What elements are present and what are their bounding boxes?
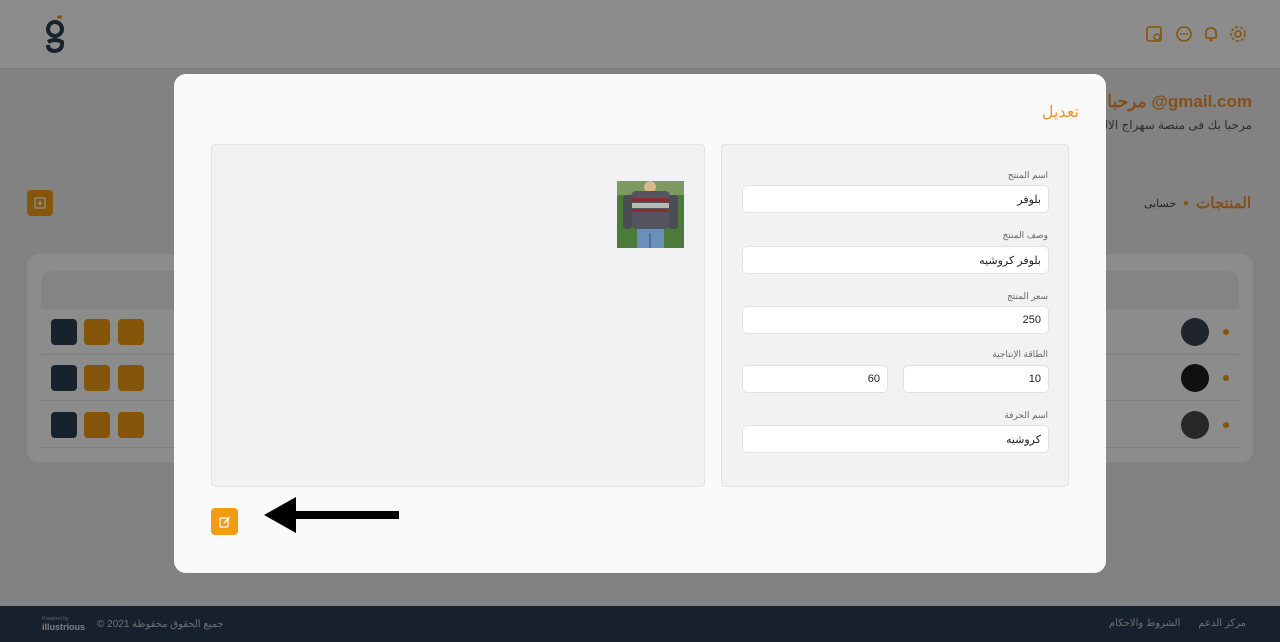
image-preview-panel[interactable] (211, 144, 705, 487)
craft-name-input[interactable] (742, 425, 1049, 453)
product-name-input[interactable] (742, 185, 1049, 213)
capacity-input-b[interactable] (742, 365, 888, 393)
product-price-label: سعر المنتج (1006, 291, 1048, 301)
pointer-arrow-icon (264, 497, 399, 533)
save-edit-button[interactable] (211, 508, 238, 535)
product-description-input[interactable] (742, 246, 1049, 274)
product-name-label: اسم المنتج (1007, 170, 1048, 180)
product-form: اسم المنتج وصف المنتج سعر المنتج الطاقة … (721, 144, 1069, 487)
craft-name-label: اسم الحرفة (1004, 410, 1048, 420)
production-capacity-label: الطاقة الإنتاجية (992, 349, 1048, 359)
edit-icon (218, 516, 230, 528)
capacity-input-a[interactable] (903, 365, 1049, 393)
sweater-photo-icon (617, 181, 684, 248)
product-description-label: وصف المنتج (1002, 230, 1049, 240)
edit-product-modal: تعديل اسم المنتج وصف المنتج سعر المنتج (174, 74, 1106, 573)
product-image (617, 181, 684, 248)
modal-title: تعديل (1041, 104, 1079, 121)
product-price-input[interactable] (742, 306, 1049, 334)
